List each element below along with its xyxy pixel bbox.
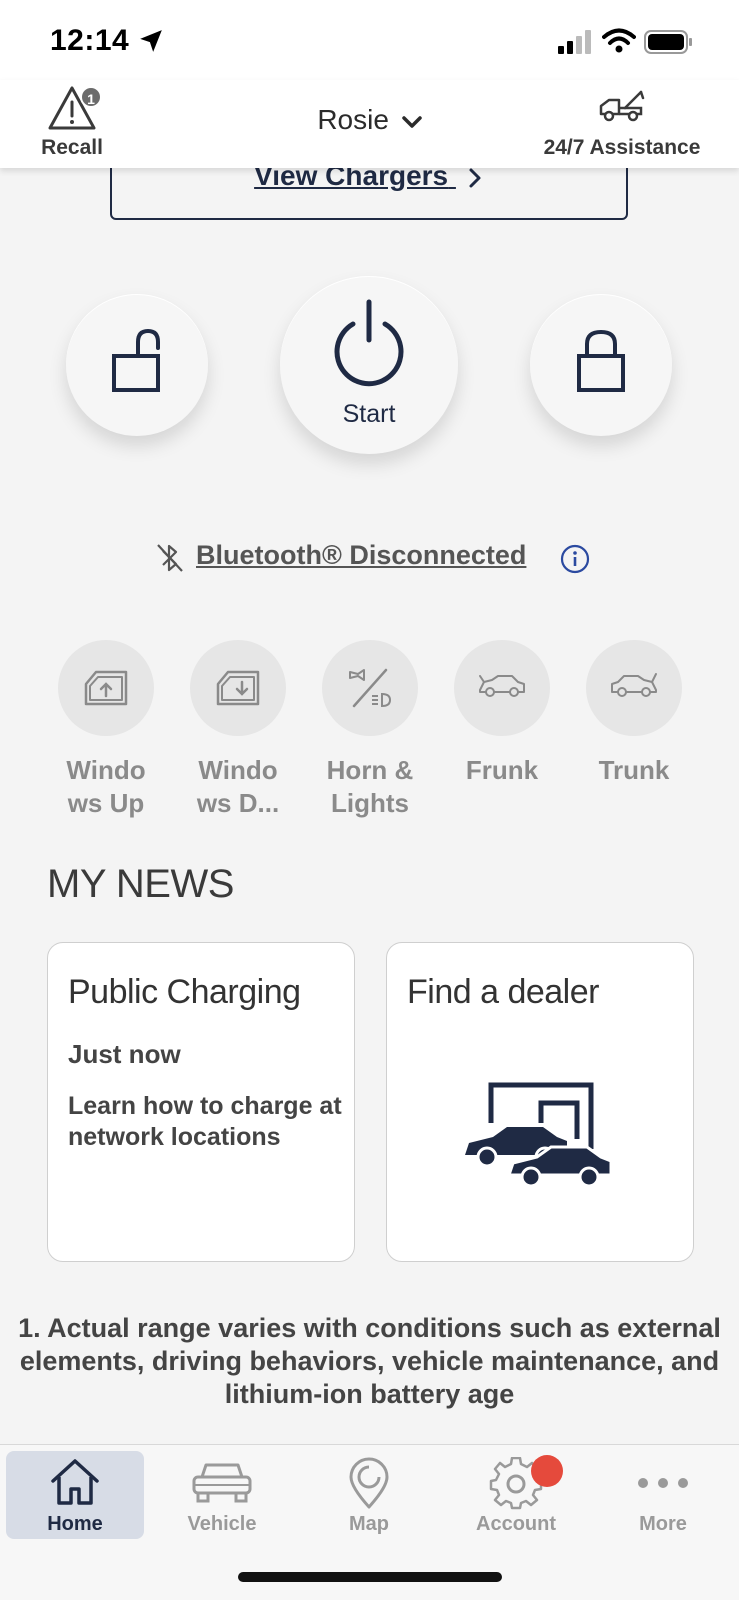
cellular-signal-icon bbox=[558, 30, 591, 54]
news-card-find-dealer[interactable]: Find a dealer bbox=[386, 942, 694, 1262]
news-card-title: Public Charging bbox=[68, 973, 301, 1011]
recall-count-badge: 1 bbox=[80, 86, 102, 108]
nav-label: Vehicle bbox=[187, 1513, 257, 1535]
nav-label: Account bbox=[476, 1513, 556, 1535]
nav-home[interactable]: Home bbox=[6, 1451, 144, 1539]
quick-action-label: Windo ws D... bbox=[196, 755, 280, 818]
windows-up-button[interactable]: Windo ws Up bbox=[46, 640, 166, 820]
map-pin-icon bbox=[349, 1457, 389, 1509]
nav-label: More bbox=[639, 1513, 687, 1535]
trunk-button[interactable]: Trunk bbox=[574, 640, 694, 787]
quick-action-circle bbox=[454, 640, 550, 736]
lock-button[interactable] bbox=[530, 294, 672, 436]
trunk-icon bbox=[611, 673, 657, 697]
frunk-button[interactable]: Frunk bbox=[442, 640, 562, 787]
window-up-icon bbox=[84, 670, 128, 706]
assistance-button[interactable]: 24/7 Assistance bbox=[524, 88, 720, 166]
wifi-icon bbox=[602, 28, 636, 53]
info-icon[interactable] bbox=[560, 544, 590, 574]
recall-label: Recall bbox=[41, 136, 103, 159]
quick-action-circle bbox=[58, 640, 154, 736]
power-icon bbox=[334, 299, 404, 387]
unlock-icon bbox=[112, 328, 160, 392]
quick-action-label: Horn & Lights bbox=[326, 755, 414, 818]
news-card-time: Just now bbox=[68, 1039, 181, 1069]
status-time: 12:14 bbox=[50, 24, 130, 57]
news-card-description: Learn how to charge at network locations bbox=[68, 1092, 342, 1151]
quick-action-circle bbox=[190, 640, 286, 736]
news-card-title: Find a dealer bbox=[407, 973, 599, 1011]
lock-icon bbox=[577, 329, 625, 392]
chevron-right-icon bbox=[469, 168, 481, 188]
bluetooth-status[interactable]: Bluetooth® Disconnected bbox=[156, 538, 596, 578]
nav-label: Map bbox=[349, 1513, 389, 1535]
notification-dot bbox=[531, 1455, 563, 1487]
vehicle-name: Rosie bbox=[317, 104, 389, 135]
dealer-cars-icon bbox=[465, 1082, 613, 1188]
bluetooth-off-icon bbox=[157, 544, 183, 572]
window-down-icon bbox=[216, 670, 260, 706]
more-dots-icon bbox=[638, 1478, 688, 1488]
home-indicator bbox=[238, 1572, 502, 1582]
recall-button[interactable]: 1 Recall bbox=[30, 84, 114, 164]
unlock-button[interactable] bbox=[66, 294, 208, 436]
news-card-public-charging[interactable]: Public Charging Just now Learn how to ch… bbox=[47, 942, 355, 1262]
chevron-down-icon bbox=[401, 115, 422, 128]
tow-truck-icon bbox=[599, 90, 645, 122]
vehicle-selector[interactable]: Rosie bbox=[300, 104, 440, 144]
range-footnote: 1. Actual range varies with conditions s… bbox=[18, 1313, 721, 1409]
nav-more[interactable]: More bbox=[594, 1451, 732, 1539]
nav-vehicle[interactable]: Vehicle bbox=[153, 1451, 291, 1539]
bluetooth-status-text[interactable]: Bluetooth® Disconnected bbox=[196, 540, 526, 571]
windows-down-button[interactable]: Windo ws D... bbox=[178, 640, 298, 820]
quick-action-circle bbox=[586, 640, 682, 736]
horn-lights-button[interactable]: Horn & Lights bbox=[310, 640, 430, 820]
my-news-heading: MY NEWS bbox=[47, 862, 234, 906]
assistance-label: 24/7 Assistance bbox=[543, 136, 701, 159]
nav-account[interactable]: Account bbox=[447, 1451, 585, 1539]
nav-label: Home bbox=[47, 1513, 103, 1535]
nav-map[interactable]: Map bbox=[300, 1451, 438, 1539]
quick-action-circle bbox=[322, 640, 418, 736]
app-header: 1 Recall Rosie 24/7 Assistance bbox=[0, 80, 739, 168]
quick-action-label: Windo ws Up bbox=[66, 755, 146, 818]
quick-action-label: Frunk bbox=[465, 755, 539, 785]
home-icon bbox=[51, 1459, 99, 1505]
start-label: Start bbox=[342, 400, 396, 428]
battery-icon bbox=[644, 30, 692, 54]
start-button[interactable]: Start bbox=[280, 276, 458, 454]
car-icon bbox=[192, 1463, 252, 1503]
horn-lights-icon bbox=[349, 668, 392, 708]
location-arrow-icon bbox=[140, 30, 162, 52]
frunk-icon bbox=[479, 675, 525, 697]
quick-action-label: Trunk bbox=[598, 755, 670, 785]
status-bar: 12:14 bbox=[0, 0, 739, 80]
